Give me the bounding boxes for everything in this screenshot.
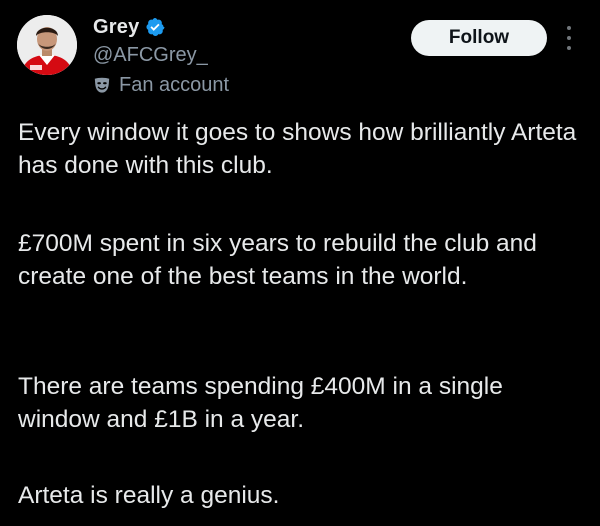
avatar[interactable] [17, 15, 77, 75]
tweet-paragraph: There are teams spending £400M in a sing… [18, 373, 503, 433]
follow-button[interactable]: Follow [411, 20, 547, 56]
avatar-image [17, 15, 77, 75]
fan-account-text: Fan account [119, 73, 230, 96]
tweet: Grey @AFCGrey_ Fan account Follow Every … [0, 0, 600, 526]
verified-badge-icon [146, 18, 165, 36]
fan-account-mask-icon [94, 77, 110, 93]
more-options-icon[interactable] [563, 26, 575, 50]
display-name[interactable]: Grey [93, 16, 139, 39]
tweet-paragraph: Every window it goes to shows how brilli… [18, 119, 577, 179]
author-name-row[interactable]: Grey [93, 16, 165, 38]
fan-account-label: Fan account [93, 73, 229, 97]
tweet-paragraph: £700M spent in six years to rebuild the … [18, 230, 537, 290]
tweet-paragraph: Arteta is really a genius. [18, 482, 280, 509]
author-handle[interactable]: @AFCGrey_ [93, 44, 208, 67]
